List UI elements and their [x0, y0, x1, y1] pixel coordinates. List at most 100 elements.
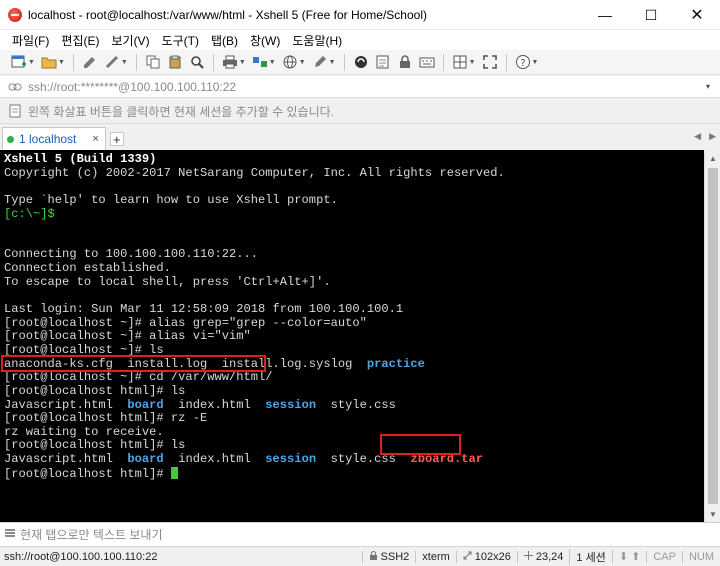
status-caps: CAP: [646, 550, 682, 563]
reconnect-icon[interactable]: [81, 53, 99, 71]
connected-status-icon: [7, 135, 14, 143]
lock-icon[interactable]: [396, 53, 414, 71]
terminal-line: Xshell 5 (Build 1339): [4, 152, 157, 166]
tab-next-icon[interactable]: ▶: [709, 131, 716, 142]
terminal-line: Javascript.html board index.html session…: [4, 397, 704, 413]
ls-file: Javascript.html: [4, 452, 128, 467]
scrollbar-thumb[interactable]: [708, 168, 718, 504]
compose-bar[interactable]: 현재 탭으로만 텍스트 보내기: [0, 522, 720, 546]
address-dropdown-icon[interactable]: ▾: [706, 82, 710, 91]
disconnect-icon[interactable]: [103, 53, 121, 71]
scroll-up-icon[interactable]: ▲: [705, 150, 720, 166]
terminal-line: [root@localhost html]# rz -E: [4, 411, 208, 426]
menu-edit[interactable]: 편집(E): [55, 32, 105, 49]
open-folder-icon[interactable]: [40, 53, 58, 71]
print-dropdown-icon[interactable]: ▼: [239, 59, 246, 66]
ls-directory: session: [265, 452, 317, 467]
minimize-button[interactable]: —: [582, 0, 628, 30]
terminal-line: anaconda-ks.cfg install.log install.log.…: [4, 356, 704, 372]
find-icon[interactable]: [188, 53, 206, 71]
copy-icon[interactable]: [144, 53, 162, 71]
status-size: 102x26: [455, 550, 517, 563]
status-connection: ssh://root@100.100.100.110:22: [4, 550, 158, 563]
new-session-dropdown-icon[interactable]: ▼: [28, 59, 35, 66]
tab-prev-icon[interactable]: ◀: [694, 131, 701, 142]
help-icon[interactable]: ?: [514, 53, 532, 71]
layout-icon[interactable]: [451, 53, 469, 71]
terminal-scrollbar[interactable]: ▲ ▼: [704, 150, 720, 522]
terminal-line: To escape to local shell, press 'Ctrl+Al…: [4, 274, 331, 289]
paste-icon[interactable]: [166, 53, 184, 71]
terminal-output[interactable]: Xshell 5 (Build 1339) Copyright (c) 2002…: [0, 150, 704, 522]
address-bar[interactable]: ssh://root:********@100.100.100.110:22 ▾: [0, 76, 720, 98]
menu-file[interactable]: 파일(F): [6, 32, 55, 49]
layout-dropdown-icon[interactable]: ▼: [469, 59, 476, 66]
add-tab-button[interactable]: +: [109, 132, 124, 147]
ls-directory: board: [127, 452, 164, 467]
ls-file: style.css: [316, 397, 396, 412]
terminal-line: [root@localhost html]# ls: [4, 383, 186, 398]
session-hint-text: 왼쪽 화살표 버튼을 클릭하면 현재 세션을 추가할 수 있습니다.: [28, 104, 335, 119]
status-transfer: ⬇ ⬆: [611, 550, 647, 563]
transfer-icon[interactable]: [251, 53, 269, 71]
terminal-line: [root@localhost html]# ls: [4, 438, 186, 453]
final-prompt: [root@localhost html]#: [4, 466, 171, 481]
ls-files: anaconda-ks.cfg install.log install.log.…: [4, 356, 367, 371]
terminal-line: Copyright (c) 2002-2017 NetSarang Comput…: [4, 165, 505, 180]
new-uploaded-file: zboard.tar: [410, 452, 484, 467]
local-shell-prompt: [c:\~]$: [4, 206, 55, 221]
cd-command-line: [root@localhost ~]# cd /var/www/html/: [4, 370, 273, 385]
status-num: NUM: [681, 550, 720, 563]
menu-help[interactable]: 도움말(H): [286, 32, 348, 49]
status-cursor: 23,24: [516, 550, 570, 563]
menu-window[interactable]: 창(W): [244, 32, 286, 49]
fullscreen-icon[interactable]: [481, 53, 499, 71]
pen-dropdown-icon[interactable]: ▼: [329, 59, 336, 66]
terminal-line: Last login: Sun Mar 11 12:58:09 2018 fro…: [4, 302, 404, 317]
help-dropdown-icon[interactable]: ▼: [532, 59, 539, 66]
window-title: localhost - root@localhost:/var/www/html…: [28, 7, 427, 22]
session-hint-bar: 왼쪽 화살표 버튼을 클릭하면 현재 세션을 추가할 수 있습니다.: [0, 99, 720, 124]
terminal-line: [root@localhost ~]# alias vi="vim": [4, 329, 251, 344]
ls-file: style.css: [316, 452, 411, 467]
terminal-line: Javascript.html board index.html session…: [4, 452, 704, 467]
size-icon: [463, 551, 472, 562]
connect-dropdown-icon[interactable]: ▼: [121, 59, 128, 66]
svg-text:?: ?: [520, 58, 525, 69]
status-terminal-type: xterm: [415, 550, 456, 563]
toolbar-separator: [505, 53, 507, 71]
pen-icon[interactable]: [311, 53, 329, 71]
scroll-down-icon[interactable]: ▼: [705, 506, 720, 522]
address-text[interactable]: ssh://root:********@100.100.100.110:22: [28, 80, 236, 94]
open-dropdown-icon[interactable]: ▼: [58, 59, 65, 66]
compose-icon[interactable]: [374, 53, 392, 71]
xftp-icon[interactable]: [352, 53, 370, 71]
toolbar-separator: [343, 53, 345, 71]
status-sessions: 1 세션: [569, 548, 611, 565]
transfer-dropdown-icon[interactable]: ▼: [269, 59, 276, 66]
keyboard-icon[interactable]: [418, 53, 436, 71]
new-session-icon[interactable]: [10, 53, 28, 71]
compose-placeholder: 현재 탭으로만 텍스트 보내기: [20, 528, 163, 542]
tab-label: 1 localhost: [19, 132, 77, 146]
status-protocol: SSH2: [361, 550, 416, 563]
terminal-line: Type `help' to learn how to use Xshell p…: [4, 192, 338, 207]
menu-view[interactable]: 보기(V): [105, 32, 155, 49]
globe-icon[interactable]: [281, 53, 299, 71]
ls-file: index.html: [163, 452, 266, 467]
maximize-button[interactable]: ☐: [628, 0, 674, 30]
menu-tools[interactable]: 도구(T): [156, 32, 205, 49]
globe-dropdown-icon[interactable]: ▼: [299, 59, 306, 66]
add-session-arrow-icon[interactable]: [8, 104, 22, 118]
toolbar-separator: [72, 53, 74, 71]
close-button[interactable]: ✕: [674, 0, 720, 30]
print-icon[interactable]: [221, 53, 239, 71]
tab-localhost[interactable]: 1 localhost ×: [2, 127, 106, 150]
toolbar-separator: [135, 53, 137, 71]
menu-lines-icon[interactable]: [4, 527, 16, 542]
title-bar: localhost - root@localhost:/var/www/html…: [0, 0, 720, 30]
lock-small-icon: [369, 551, 378, 562]
tab-close-icon[interactable]: ×: [92, 133, 98, 145]
menu-tab[interactable]: 탭(B): [205, 32, 244, 49]
ls-directory: practice: [366, 356, 425, 371]
